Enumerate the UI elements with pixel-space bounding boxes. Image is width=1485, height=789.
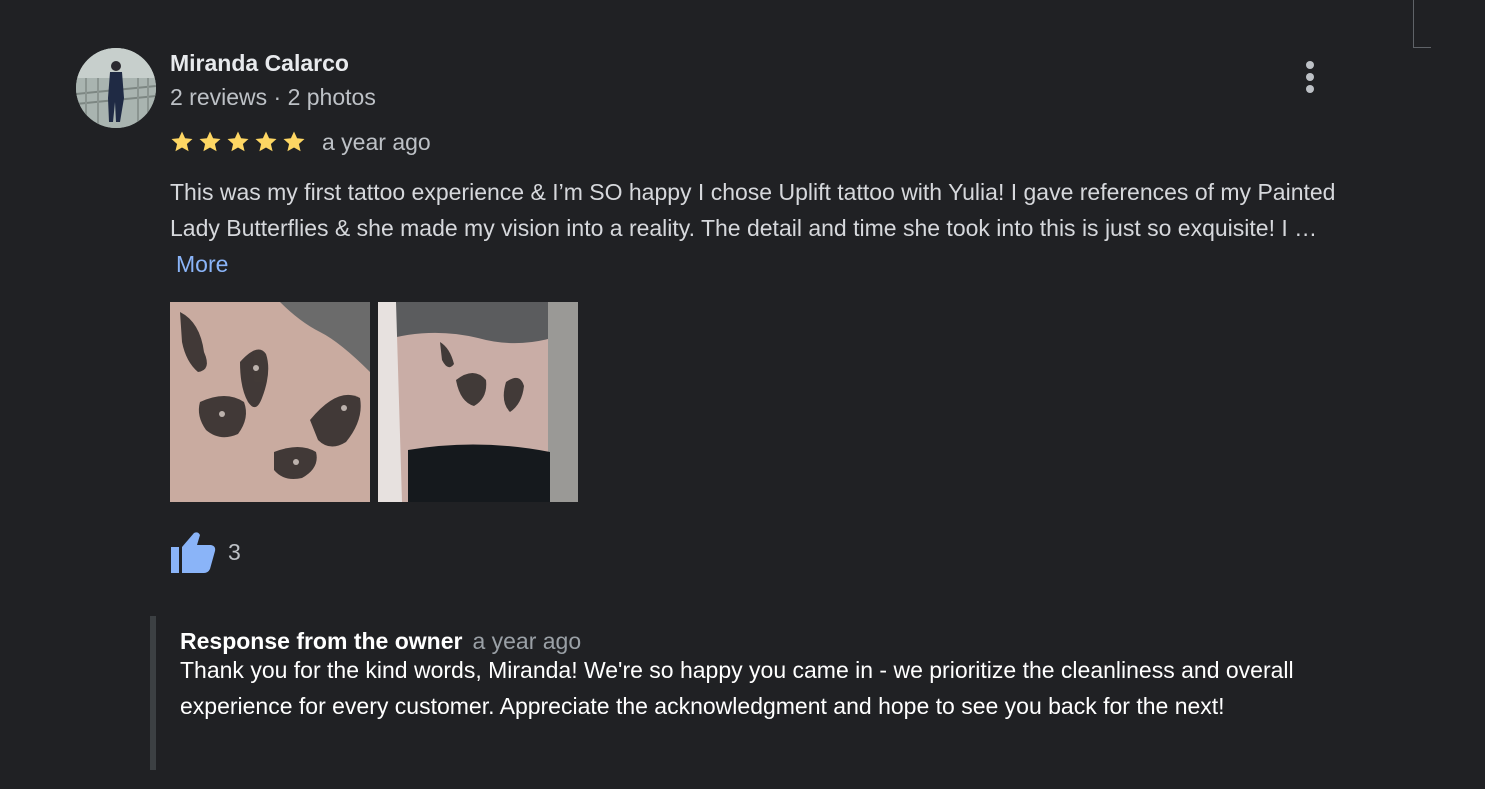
- like-count: 3: [228, 538, 241, 565]
- owner-response-title: Response from the owner: [180, 628, 463, 654]
- review-photos: [170, 302, 578, 502]
- author-name[interactable]: Miranda Calarco: [170, 48, 349, 78]
- star-icon: [199, 131, 221, 152]
- like-button[interactable]: [170, 528, 218, 576]
- review-text-block: This was my first tattoo experience & I’…: [170, 174, 1370, 282]
- more-link[interactable]: More: [176, 251, 228, 277]
- more-options-button[interactable]: [1290, 56, 1330, 98]
- more-vert-icon: [1306, 61, 1314, 93]
- scroll-edge-marker: [1413, 0, 1431, 48]
- review-text: This was my first tattoo experience & I’…: [170, 179, 1336, 241]
- butterfly-closeup-image: [170, 302, 370, 502]
- owner-response-text: Thank you for the kind words, Miranda! W…: [180, 657, 1294, 719]
- thumbs-up-icon: [171, 532, 216, 573]
- butterfly-torso-image: [378, 302, 578, 502]
- like-row: 3: [170, 528, 241, 576]
- owner-response: Response from the owner a year ago Thank…: [150, 616, 1370, 770]
- review-photo-1[interactable]: [170, 302, 370, 502]
- profile-photo-icon: [76, 48, 156, 128]
- star-icon: [255, 131, 277, 152]
- owner-response-time: a year ago: [472, 628, 582, 654]
- review-time: a year ago: [322, 129, 431, 155]
- star-icon: [227, 131, 249, 152]
- star-icon: [283, 131, 305, 152]
- avatar[interactable]: [76, 48, 156, 128]
- star-rating: [170, 130, 306, 154]
- review-card: Miranda Calarco 2 reviews · 2 photos a y…: [0, 0, 1485, 789]
- review-photo-2[interactable]: [378, 302, 578, 502]
- star-icon: [171, 131, 193, 152]
- author-stats: 2 reviews · 2 photos: [170, 84, 376, 110]
- rating-row: a year ago: [170, 126, 431, 158]
